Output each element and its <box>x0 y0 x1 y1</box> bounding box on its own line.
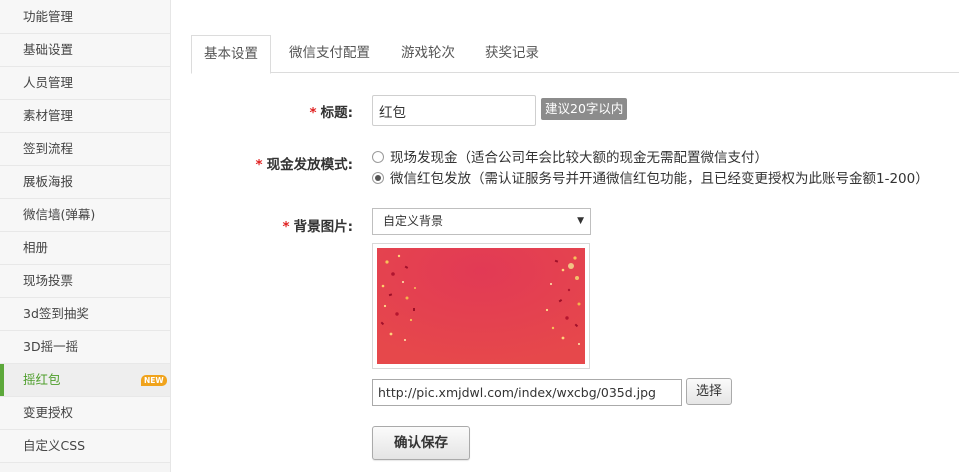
sidebar-item-3d-shake[interactable]: 3D摇一摇 <box>0 331 170 364</box>
sidebar-item-label: 摇红包 <box>23 372 61 387</box>
sidebar: 功能管理 基础设置 人员管理 素材管理 签到流程 展板海报 微信墙(弹幕) 相册… <box>0 0 171 472</box>
background-preview <box>372 243 590 369</box>
tab-basic-settings[interactable]: 基本设置 <box>191 35 271 74</box>
sidebar-item-material-management[interactable]: 素材管理 <box>0 100 170 133</box>
title-label-text: 标题: <box>320 105 353 121</box>
sidebar-item-poster[interactable]: 展板海报 <box>0 166 170 199</box>
cash-mode-label: * 现金发放模式: <box>256 153 353 173</box>
sidebar-item-wechat-wall[interactable]: 微信墙(弹幕) <box>0 199 170 232</box>
sidebar-item-change-auth[interactable]: 变更授权 <box>0 397 170 430</box>
required-mark: * <box>309 105 317 121</box>
required-mark: * <box>282 219 290 235</box>
sidebar-item-album[interactable]: 相册 <box>0 232 170 265</box>
cash-mode-option-wechat[interactable]: 微信红包发放（需认证服务号并开通微信红包功能，且已经变更授权为此账号金额1-20… <box>372 170 929 188</box>
sidebar-item-voting[interactable]: 现场投票 <box>0 265 170 298</box>
required-mark: * <box>255 157 263 173</box>
tab-game-rounds[interactable]: 游戏轮次 <box>401 35 455 73</box>
sidebar-item-feature-management[interactable]: 功能管理 <box>0 0 170 34</box>
sidebar-item-custom-css[interactable]: 自定义CSS <box>0 430 170 463</box>
background-select[interactable]: 自定义背景 ▼ <box>372 208 591 235</box>
dropdown-arrow-icon: ▼ <box>577 216 584 226</box>
sidebar-item-3d-lottery[interactable]: 3d签到抽奖 <box>0 298 170 331</box>
radio-unchecked-icon[interactable] <box>372 151 384 163</box>
tab-wechat-pay-config[interactable]: 微信支付配置 <box>289 35 370 73</box>
choose-image-button[interactable]: 选择 <box>686 378 732 405</box>
background-label: * 背景图片: <box>283 215 353 235</box>
sidebar-item-checkin-flow[interactable]: 签到流程 <box>0 133 170 166</box>
cash-mode-option-label: 微信红包发放（需认证服务号并开通微信红包功能，且已经变更授权为此账号金额1-20… <box>390 171 929 187</box>
cash-mode-option-label: 现场发现金（适合公司年会比较大额的现金无需配置微信支付） <box>390 150 768 166</box>
red-confetti-background-image <box>377 248 585 364</box>
sidebar-item-people-management[interactable]: 人员管理 <box>0 67 170 100</box>
tab-bar: 基本设置 微信支付配置 游戏轮次 获奖记录 <box>191 35 959 74</box>
sidebar-item-red-packet[interactable]: 摇红包 NEW <box>0 364 170 397</box>
save-button[interactable]: 确认保存 <box>372 426 470 460</box>
cash-mode-label-text: 现金发放模式: <box>266 157 353 173</box>
background-label-text: 背景图片: <box>293 219 353 235</box>
radio-checked-icon[interactable] <box>372 172 384 184</box>
tab-winner-records[interactable]: 获奖记录 <box>485 35 539 73</box>
cash-mode-option-onsite[interactable]: 现场发现金（适合公司年会比较大额的现金无需配置微信支付） <box>372 149 768 167</box>
title-label: * 标题: <box>310 101 353 121</box>
sidebar-item-basic-settings[interactable]: 基础设置 <box>0 34 170 67</box>
background-url-input[interactable] <box>372 379 682 406</box>
new-badge: NEW <box>141 375 167 386</box>
title-length-hint: 建议20字以内 <box>541 98 628 120</box>
title-input[interactable] <box>372 95 536 126</box>
background-select-value: 自定义背景 <box>383 214 444 228</box>
